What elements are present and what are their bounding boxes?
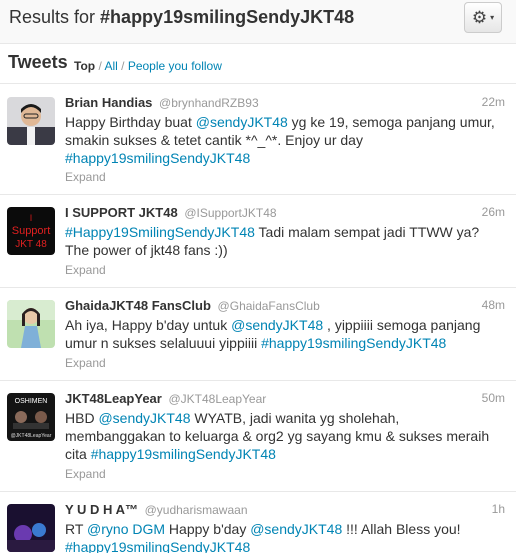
tweet-author-name[interactable]: JKT48LeapYear [65, 391, 162, 406]
hashtag-link[interactable]: #happy19smilingSendyJKT48 [65, 539, 250, 553]
tweet-text-segment: Happy b'day [165, 521, 251, 537]
avatar[interactable] [7, 300, 55, 348]
tweet-timestamp[interactable]: 1h [492, 502, 505, 516]
avatar[interactable] [7, 504, 55, 552]
tweet-timestamp[interactable]: 26m [482, 205, 505, 219]
results-title: Results for #happy19smilingSendyJKT48 [9, 7, 354, 28]
tweet-timestamp[interactable]: 22m [482, 95, 505, 109]
tweet-text: Happy Birthday buat @sendyJKT48 yg ke 19… [65, 113, 495, 167]
expand-link[interactable]: Expand [65, 467, 106, 481]
avatar-label: JKT 48 [15, 239, 47, 250]
tweet-author-name[interactable]: Y U D H A™ [65, 502, 138, 517]
expand-link[interactable]: Expand [65, 170, 106, 184]
avatar-label: Support [12, 225, 51, 237]
tweet-text-segment: Happy Birthday buat [65, 114, 196, 130]
tweet-timestamp[interactable]: 48m [482, 298, 505, 312]
mention-link[interactable]: @ryno DGM [87, 521, 165, 537]
hashtag-link[interactable]: #happy19smilingSendyJKT48 [65, 150, 250, 166]
tweet-author-handle[interactable]: @brynhandRZB93 [159, 96, 259, 110]
avatar-label: @JKT48LeapYear [11, 433, 52, 439]
settings-dropdown-button[interactable]: ⚙ ▾ [464, 2, 502, 33]
expand-link[interactable]: Expand [65, 263, 106, 277]
avatar[interactable]: OSHIMEN @JKT48LeapYear [7, 393, 55, 441]
tweet-text: HBD @sendyJKT48 WYATB, jadi wanita yg sh… [65, 409, 495, 463]
tweet-author-handle[interactable]: @ISupportJKT48 [184, 206, 276, 220]
search-header: Results for #happy19smilingSendyJKT48 ⚙ … [0, 0, 516, 44]
tweet-author-handle[interactable]: @GhaidaFansClub [218, 299, 320, 313]
gear-icon: ⚙ [471, 8, 488, 27]
tweet-text-segment: RT [65, 521, 88, 537]
tweets-title: Tweets [8, 52, 68, 72]
tweet-author-name[interactable]: Brian Handias [65, 95, 152, 110]
avatar[interactable] [7, 97, 55, 145]
caret-down-icon: ▾ [490, 12, 495, 22]
filter-separator: / [117, 59, 128, 73]
mention-link[interactable]: @sendyJKT48 [250, 521, 342, 537]
tweet-text-segment: HBD [65, 410, 99, 426]
tweet-text: #Happy19SmilingSendyJKT48 Tadi malam sem… [65, 223, 495, 259]
mention-link[interactable]: @sendyJKT48 [231, 317, 323, 333]
tweet-author-name[interactable]: GhaidaJKT48 FansClub [65, 298, 211, 313]
filter-all[interactable]: All [104, 59, 117, 73]
tweet-text-segment: !!! Allah Bless you! [342, 521, 461, 537]
tweet-timestamp[interactable]: 50m [482, 391, 505, 405]
tweet-item[interactable]: I Support JKT 48 I SUPPORT JKT48 @ISuppo… [0, 195, 516, 288]
hashtag-link[interactable]: #Happy19SmilingSendyJKT48 [65, 224, 255, 240]
filter-people-you-follow[interactable]: People you follow [128, 59, 222, 73]
tweet-item[interactable]: OSHIMEN @JKT48LeapYear JKT48LeapYear @JK… [0, 381, 516, 492]
tweet-item[interactable]: Y U D H A™ @yudharismawaan 1h RT @ryno D… [0, 492, 516, 553]
filter-top[interactable]: Top [74, 59, 95, 73]
search-query: #happy19smilingSendyJKT48 [100, 7, 355, 27]
tweet-author-handle[interactable]: @yudharismawaan [145, 503, 248, 517]
hashtag-link[interactable]: #happy19smilingSendyJKT48 [261, 335, 446, 351]
tweets-header: Tweets Top / All / People you follow [0, 44, 516, 84]
tweet-text-segment: Ah iya, Happy b'day untuk [65, 317, 232, 333]
avatar-label: OSHIMEN [15, 398, 48, 405]
tweet-text: RT @ryno DGM Happy b'day @sendyJKT48 !!!… [65, 520, 495, 553]
mention-link[interactable]: @sendyJKT48 [98, 410, 190, 426]
tweet-item[interactable]: Brian Handias @brynhandRZB93 22m Happy B… [0, 85, 516, 195]
tweet-author-handle[interactable]: @JKT48LeapYear [168, 392, 266, 406]
avatar[interactable]: I Support JKT 48 [7, 207, 55, 255]
hashtag-link[interactable]: #happy19smilingSendyJKT48 [91, 446, 276, 462]
results-prefix: Results for [9, 7, 96, 27]
avatar-label: I [30, 213, 33, 223]
tweet-author-name[interactable]: I SUPPORT JKT48 [65, 205, 178, 220]
tweet-item[interactable]: GhaidaJKT48 FansClub @GhaidaFansClub 48m… [0, 288, 516, 381]
mention-link[interactable]: @sendyJKT48 [196, 114, 288, 130]
tweet-filters: Top / All / People you follow [74, 59, 222, 73]
tweet-text: Ah iya, Happy b'day untuk @sendyJKT48 , … [65, 316, 495, 352]
expand-link[interactable]: Expand [65, 356, 106, 370]
